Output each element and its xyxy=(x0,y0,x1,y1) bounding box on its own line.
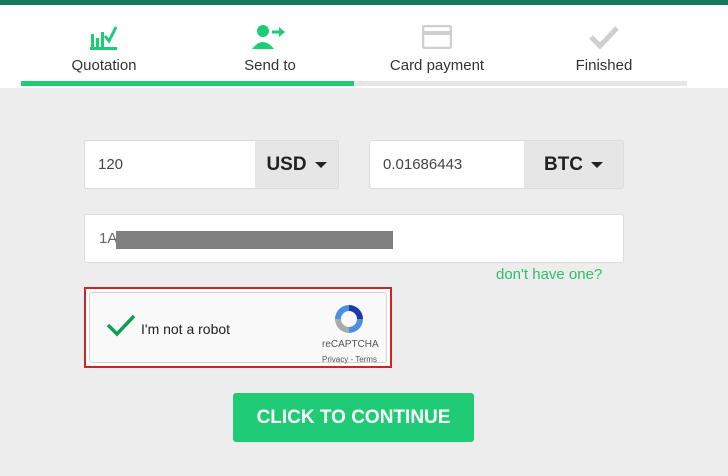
chevron-down-icon xyxy=(314,161,327,168)
recaptcha-brand: reCAPTCHA xyxy=(322,339,379,350)
captcha-highlight: I'm not a robot reCAPTCHA Privacy - Term… xyxy=(84,287,392,368)
recaptcha-logo-icon xyxy=(333,303,365,340)
continue-button[interactable]: CLICK TO CONTINUE xyxy=(233,393,474,442)
progress-bar-empty xyxy=(354,81,687,86)
user-send-icon xyxy=(187,19,353,55)
converted-field[interactable] xyxy=(369,140,525,189)
redacted-address-block xyxy=(116,231,393,249)
step-label: Card payment xyxy=(389,57,485,74)
to-currency-label: BTC xyxy=(543,153,584,175)
captcha-label: I'm not a robot xyxy=(141,321,231,337)
from-currency-select[interactable]: USD xyxy=(255,140,339,189)
recaptcha-terms-links[interactable]: Privacy - Terms xyxy=(322,355,377,364)
step-quotation[interactable]: Quotation xyxy=(21,5,187,86)
step-send-to[interactable]: Send to xyxy=(187,5,353,86)
from-currency-label: USD xyxy=(266,153,307,175)
check-icon xyxy=(521,19,687,55)
step-finished[interactable]: Finished xyxy=(521,5,687,86)
step-card-payment[interactable]: Card payment xyxy=(354,5,520,86)
amount-field[interactable] xyxy=(84,140,256,189)
amount-input[interactable] xyxy=(85,141,255,188)
recaptcha-widget: I'm not a robot reCAPTCHA Privacy - Term… xyxy=(89,292,387,364)
step-label: Send to xyxy=(244,57,296,74)
progress-bar-filled xyxy=(21,81,354,86)
wallet-address-text: 1A xyxy=(99,230,118,247)
chart-check-icon xyxy=(21,19,187,55)
converted-input[interactable] xyxy=(370,141,524,188)
checkmark-icon[interactable] xyxy=(106,313,136,342)
to-currency-select[interactable]: BTC xyxy=(524,140,624,189)
step-label: Quotation xyxy=(71,57,137,74)
progress-steps: Quotation Send to Card payment Finished xyxy=(21,5,687,86)
chevron-down-icon xyxy=(591,161,604,168)
no-wallet-link[interactable]: don't have one? xyxy=(496,266,602,283)
card-icon xyxy=(354,19,520,55)
step-label: Finished xyxy=(575,57,633,74)
